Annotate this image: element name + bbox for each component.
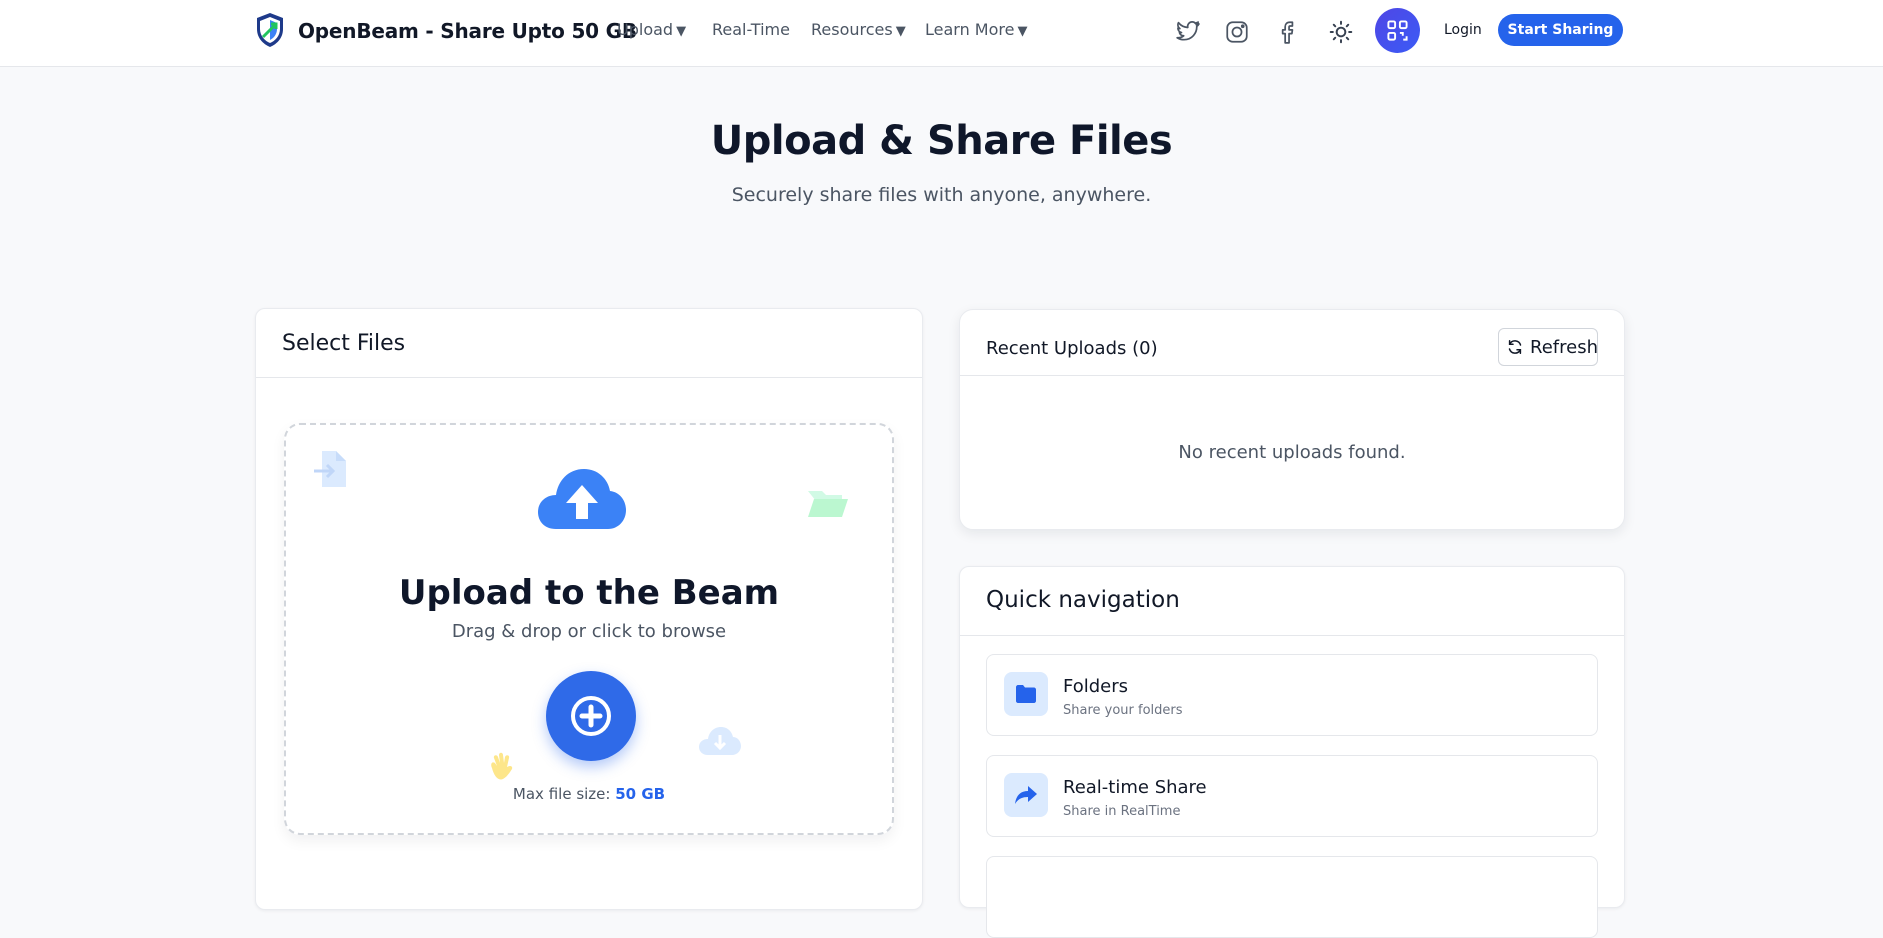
upload-subtitle: Drag & drop or click to browse	[451, 621, 727, 642]
brand-name[interactable]: OpenBeam - Share Upto 50 GB	[298, 19, 637, 43]
select-files-title: Select Files	[282, 331, 406, 356]
nav-resources[interactable]: Resources ▼	[811, 20, 906, 39]
quick-nav-folders[interactable]: Folders Share your folders	[986, 654, 1598, 736]
nav-upload-label: Upload	[617, 20, 674, 39]
max-file-size-value: 50 GB	[615, 785, 666, 803]
page-title: Upload & Share Files	[710, 118, 1173, 164]
recent-uploads-title: Recent Uploads (0)	[986, 338, 1158, 359]
quick-nav-real-time-share-subtitle: Share in RealTime	[1063, 804, 1181, 819]
plus-circle-icon	[571, 696, 611, 736]
max-file-size: Max file size: 50 GB	[286, 785, 892, 803]
card-header: Select Files	[256, 309, 922, 378]
nav-learn-more[interactable]: Learn More ▼	[925, 20, 1027, 39]
chevron-down-icon: ▼	[1017, 24, 1028, 39]
max-file-size-label: Max file size:	[512, 785, 616, 803]
cloud-download-icon	[699, 727, 741, 755]
refresh-button[interactable]: Refresh	[1498, 328, 1598, 366]
share-icon-badge	[1004, 773, 1048, 817]
folder-icon	[1016, 685, 1036, 703]
top-navbar: OpenBeam - Share Upto 50 GB Upload ▼ Real…	[0, 0, 1883, 67]
start-sharing-button[interactable]: Start Sharing	[1498, 14, 1623, 46]
quick-navigation-card: Quick navigation Folders Share your fold…	[959, 566, 1625, 938]
hand-wave-icon	[491, 752, 513, 780]
quick-nav-folders-subtitle: Share your folders	[1063, 703, 1183, 718]
share-arrow-icon	[1015, 786, 1037, 804]
sun-icon[interactable]	[1328, 19, 1354, 45]
file-import-icon	[314, 451, 346, 487]
chevron-down-icon: ▼	[895, 24, 906, 39]
refresh-label: Refresh	[1530, 337, 1598, 358]
quick-navigation-title: Quick navigation	[986, 587, 1180, 613]
card-header: Quick navigation	[960, 567, 1624, 636]
empty-state-message: No recent uploads found.	[1178, 442, 1406, 463]
upload-title: Upload to the Beam	[398, 573, 780, 613]
recent-uploads-card: Recent Uploads (0) Refresh No recent upl…	[959, 309, 1625, 530]
folder-open-icon	[808, 491, 848, 517]
quick-nav-item[interactable]	[986, 856, 1598, 938]
upload-dropzone[interactable]: Upload to the Beam Drag & drop or click …	[284, 423, 894, 835]
select-files-card: Select Files Upload to the Beam Drag & d…	[255, 308, 923, 910]
quick-nav-real-time-share[interactable]: Real-time Share Share in RealTime	[986, 755, 1598, 837]
card-header: Recent Uploads (0) Refresh	[960, 310, 1624, 376]
quick-nav-real-time-share-title: Real-time Share	[1063, 777, 1207, 798]
chevron-down-icon: ▼	[676, 24, 687, 39]
nav-upload[interactable]: Upload ▼	[617, 20, 686, 39]
qr-code-button[interactable]	[1375, 8, 1420, 53]
nav-resources-label: Resources	[811, 20, 893, 39]
page-subtitle: Securely share files with anyone, anywhe…	[731, 184, 1152, 206]
nav-real-time[interactable]: Real-Time	[712, 20, 790, 39]
folder-icon-badge	[1004, 672, 1048, 716]
cloud-upload-icon	[538, 469, 626, 529]
refresh-icon	[1508, 340, 1522, 354]
quick-nav-folders-title: Folders	[1063, 676, 1129, 697]
shield-logo-icon[interactable]	[255, 12, 285, 48]
qr-code-icon	[1387, 20, 1408, 41]
instagram-icon[interactable]	[1224, 19, 1250, 45]
twitter-icon[interactable]	[1175, 19, 1201, 45]
add-files-button[interactable]	[546, 671, 636, 761]
nav-real-time-label: Real-Time	[712, 20, 790, 39]
facebook-icon[interactable]	[1274, 19, 1300, 45]
nav-learn-more-label: Learn More	[925, 20, 1015, 39]
login-link[interactable]: Login	[1444, 22, 1482, 38]
